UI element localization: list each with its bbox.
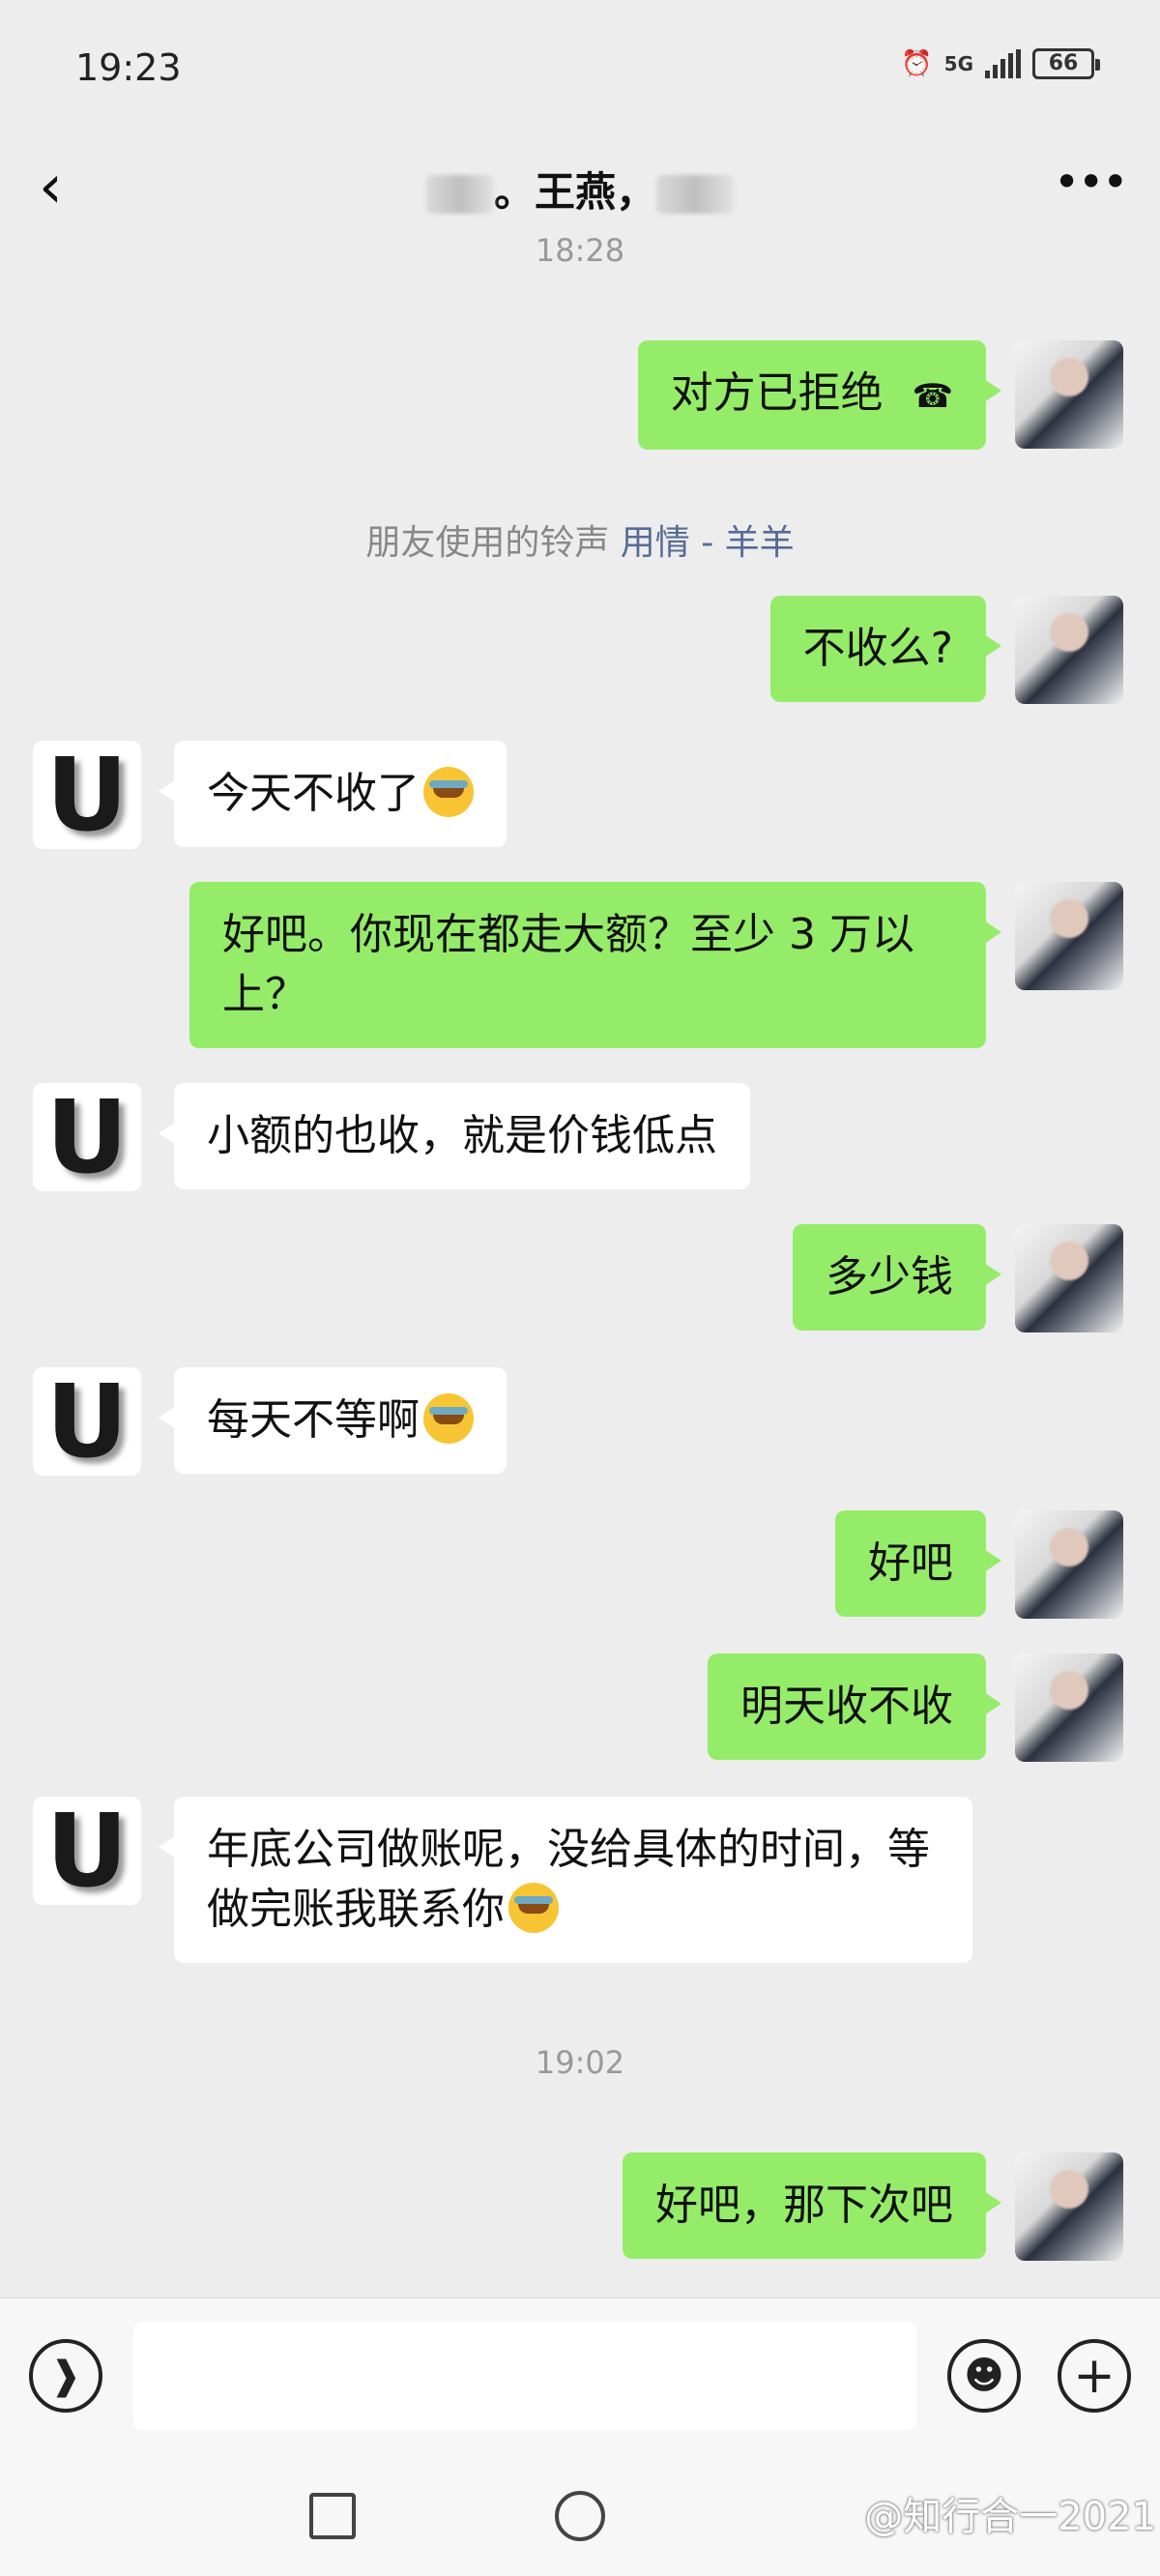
- avatar-letter: U: [45, 1367, 129, 1476]
- facepalm-emoji-icon: [423, 1393, 474, 1444]
- message-text: 今天不收了: [207, 769, 420, 818]
- chat-bubble-sent[interactable]: 好吧: [835, 1510, 1001, 1617]
- timestamp: 19:02: [535, 2044, 625, 2081]
- ringtone-link[interactable]: 用情 - 羊羊: [621, 523, 795, 563]
- chat-bubble-sent[interactable]: 明天收不收: [708, 1654, 1001, 1760]
- back-chevron-icon[interactable]: ‹: [39, 157, 106, 224]
- emoji-icon[interactable]: ☻: [947, 2339, 1021, 2413]
- status-time: 19:23: [75, 46, 182, 89]
- chat-bubble-received[interactable]: 每天不等啊: [159, 1367, 507, 1474]
- avatar[interactable]: U: [33, 1083, 141, 1191]
- watermark: @知行合一2021: [864, 2495, 1156, 2539]
- chat-bubble-received[interactable]: 年底公司做账呢，没给具体的时间，等做完账我联系你: [159, 1797, 972, 1963]
- status-bar: 19:23 ⏰ 5G 66: [0, 0, 1160, 135]
- avatar[interactable]: [1015, 2152, 1123, 2261]
- message-text: 多少钱: [826, 1252, 953, 1302]
- message-text: 好吧: [868, 1538, 953, 1588]
- chat-bubble-sent[interactable]: 好吧，那下次吧: [623, 2152, 1001, 2259]
- chat-bubble-sent[interactable]: 不收么?: [769, 596, 1002, 702]
- facepalm-emoji-icon: [423, 767, 474, 817]
- blurred-text: [656, 175, 734, 214]
- facepalm-emoji-icon: [508, 1883, 559, 1933]
- avatar[interactable]: [1015, 882, 1123, 990]
- message-text: 好吧，那下次吧: [655, 2181, 953, 2230]
- network-label: 5G: [943, 52, 973, 75]
- avatar[interactable]: U: [33, 1797, 141, 1905]
- input-bar: ❱ ☻ +: [0, 2298, 1160, 2452]
- chat-bubble-sent[interactable]: 对方已拒绝 ☎: [637, 340, 1002, 450]
- chat-header: ‹ 。王燕， •••: [0, 135, 1160, 242]
- avatar-letter: U: [45, 741, 129, 849]
- blurred-text: [425, 175, 494, 214]
- chat-title-text: 。王燕，: [493, 167, 656, 216]
- recents-icon[interactable]: [309, 2493, 356, 2539]
- signal-icon: [985, 49, 1021, 78]
- message-text: 明天收不收: [740, 1682, 953, 1731]
- system-nav-bar: @知行合一2021: [0, 2452, 1160, 2576]
- message-text: 不收么?: [802, 624, 953, 673]
- avatar[interactable]: [1015, 596, 1123, 704]
- chat-bubble-received[interactable]: 小额的也收，就是价钱低点: [159, 1083, 750, 1189]
- avatar[interactable]: [1015, 340, 1123, 449]
- battery-icon: 66: [1032, 48, 1100, 79]
- chat-bubble-sent[interactable]: 好吧。你现在都走大额？至少 3 万以上？: [189, 882, 1001, 1048]
- ringtone-prefix: 朋友使用的铃声: [365, 523, 610, 563]
- status-icons: ⏰ 5G 66: [901, 48, 1100, 79]
- home-icon[interactable]: [555, 2491, 605, 2541]
- avatar[interactable]: U: [33, 1367, 141, 1476]
- avatar[interactable]: [1015, 1654, 1123, 1762]
- message-text: 小额的也收，就是价钱低点: [207, 1111, 717, 1160]
- ringtone-notice: 朋友使用的铃声 用情 - 羊羊: [0, 514, 1160, 565]
- more-dots-icon[interactable]: •••: [1054, 153, 1128, 220]
- message-text: 每天不等啊: [207, 1395, 420, 1445]
- alarm-icon: ⏰: [901, 49, 933, 78]
- message-input[interactable]: [133, 2322, 916, 2430]
- avatar-letter: U: [45, 1083, 129, 1191]
- chat-title: 。王燕，: [425, 160, 734, 219]
- message-text: 年底公司做账呢，没给具体的时间，等做完账我联系你: [207, 1825, 930, 1934]
- avatar[interactable]: U: [33, 741, 141, 849]
- message-text: 好吧。你现在都走大额？至少 3 万以上？: [222, 910, 914, 1019]
- avatar-letter: U: [45, 1797, 129, 1905]
- chat-bubble-sent[interactable]: 多少钱: [793, 1224, 1001, 1331]
- plus-icon[interactable]: +: [1058, 2339, 1131, 2413]
- phone-hangup-icon: ☎: [912, 377, 953, 416]
- avatar[interactable]: [1015, 1510, 1123, 1619]
- timestamp: 18:28: [535, 232, 625, 269]
- avatar[interactable]: [1015, 1224, 1123, 1332]
- voice-icon[interactable]: ❱: [29, 2339, 102, 2413]
- message-text: 对方已拒绝: [670, 368, 884, 418]
- chat-bubble-received[interactable]: 今天不收了: [159, 741, 507, 847]
